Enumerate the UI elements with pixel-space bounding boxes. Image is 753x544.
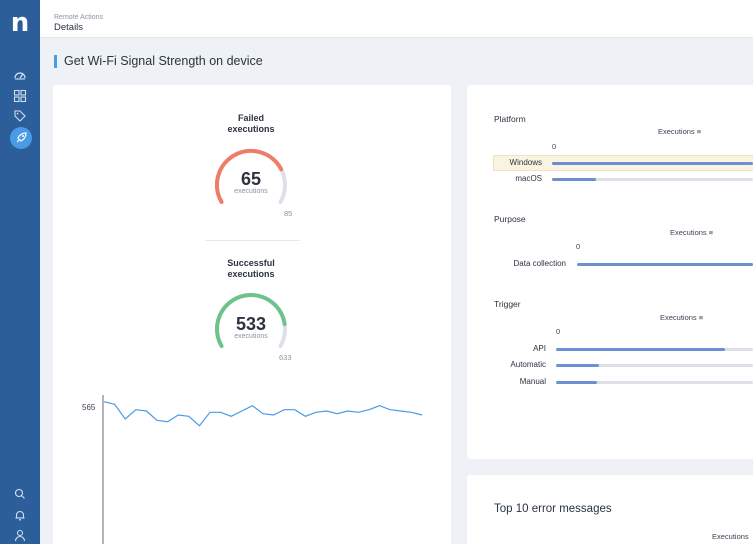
- sort-icon: ≡: [698, 313, 704, 322]
- purpose-row-data-collection-label[interactable]: Data collection: [494, 259, 566, 268]
- logo[interactable]: n: [0, 10, 40, 36]
- divider: [205, 240, 300, 241]
- failed-executions-max: 85: [284, 209, 293, 218]
- trigger-row-manual-label[interactable]: Manual: [494, 377, 546, 386]
- sort-icon: ≡: [696, 127, 702, 136]
- successful-executions-title: Successful executions: [227, 258, 275, 279]
- trigger-executions-header[interactable]: Executions ≡: [660, 313, 703, 322]
- trigger-row-automatic-label[interactable]: Automatic: [494, 360, 546, 369]
- platform-macos-bar[interactable]: [552, 178, 596, 181]
- bell-icon[interactable]: [11, 506, 29, 524]
- page-title: Get Wi-Fi Signal Strength on device: [54, 55, 263, 68]
- trigger-automatic-bar[interactable]: [556, 364, 599, 367]
- breadcrumb-page: Details: [54, 22, 84, 33]
- trigger-axis-tick: 0: [556, 327, 561, 336]
- trigger-manual-bar[interactable]: [556, 381, 597, 384]
- rocket-icon[interactable]: [10, 127, 32, 149]
- errors-executions-header[interactable]: Executions: [712, 532, 749, 541]
- successful-executions-max: 633: [279, 353, 292, 362]
- platform-axis-tick: 0: [552, 142, 557, 151]
- trigger-api-bar[interactable]: [556, 348, 725, 351]
- sidebar: n: [0, 0, 40, 544]
- search-icon[interactable]: [11, 485, 29, 503]
- user-icon[interactable]: [11, 526, 29, 544]
- failed-executions-unit: executions: [234, 188, 268, 195]
- trend-line: [103, 401, 423, 427]
- purpose-axis-tick: 0: [576, 242, 581, 251]
- successful-executions-value: 533: [235, 314, 267, 334]
- breakdown-card: [467, 85, 753, 459]
- errors-title: Top 10 error messages: [494, 503, 612, 515]
- platform-executions-header[interactable]: Executions ≡: [658, 127, 701, 136]
- platform-title: Platform: [494, 114, 526, 124]
- platform-row-macos-label[interactable]: macOS: [494, 174, 542, 183]
- sort-icon: ≡: [708, 228, 714, 237]
- failed-executions-title: Failed executions: [227, 113, 275, 134]
- platform-row-windows-label[interactable]: Windows: [494, 158, 542, 167]
- trend-axis-label: 565: [82, 403, 96, 412]
- failed-executions-value: 65: [240, 169, 262, 189]
- purpose-executions-header[interactable]: Executions ≡: [670, 228, 713, 237]
- header: Remote Actions Details: [40, 0, 753, 38]
- platform-windows-bar[interactable]: [552, 162, 753, 165]
- dashboard-icon[interactable]: [11, 66, 29, 84]
- trigger-title: Trigger: [494, 299, 521, 309]
- trigger-row-api-label[interactable]: API: [494, 344, 546, 353]
- successful-executions-unit: executions: [234, 333, 268, 340]
- purpose-title: Purpose: [494, 214, 526, 224]
- tag-icon[interactable]: [11, 107, 29, 125]
- breadcrumb-section[interactable]: Remote Actions: [54, 14, 103, 21]
- executions-trend-chart[interactable]: [100, 395, 425, 544]
- purpose-data-collection-bar[interactable]: [577, 263, 753, 266]
- grid-icon[interactable]: [11, 87, 29, 105]
